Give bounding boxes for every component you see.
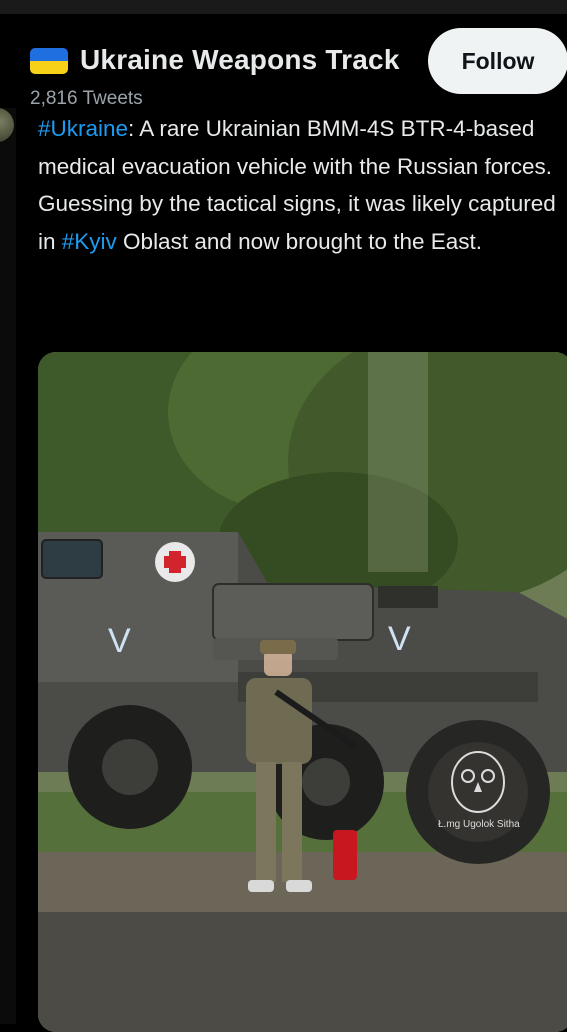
photo-scene: V V Ł.mg Ugolok Sitha xyxy=(38,352,567,1032)
status-bar-strip xyxy=(0,0,567,15)
tweet-text-part-3: Oblast and now brought to the East. xyxy=(116,228,483,254)
follow-button[interactable]: Follow xyxy=(428,28,567,94)
tweets-count: 2,816 Tweets xyxy=(30,88,143,109)
watermark-text: Ł.mg Ugolok Sitha xyxy=(438,819,520,830)
ukraine-flag-icon xyxy=(30,48,68,74)
tweet-photo[interactable]: V V Ł.mg Ugolok Sitha xyxy=(38,352,567,1032)
thread-line xyxy=(0,108,16,1024)
hashtag-kyiv[interactable]: #Kyiv xyxy=(62,229,117,254)
hashtag-ukraine[interactable]: #Ukraine xyxy=(38,116,128,141)
vehicle-mark-right: V xyxy=(388,620,411,658)
account-title[interactable]: Ukraine Weapons Track xyxy=(80,44,400,76)
tweet-text: #Ukraine: A rare Ukrainian BMM-4S BTR-4-… xyxy=(38,110,563,260)
vehicle-mark-left: V xyxy=(108,622,131,660)
